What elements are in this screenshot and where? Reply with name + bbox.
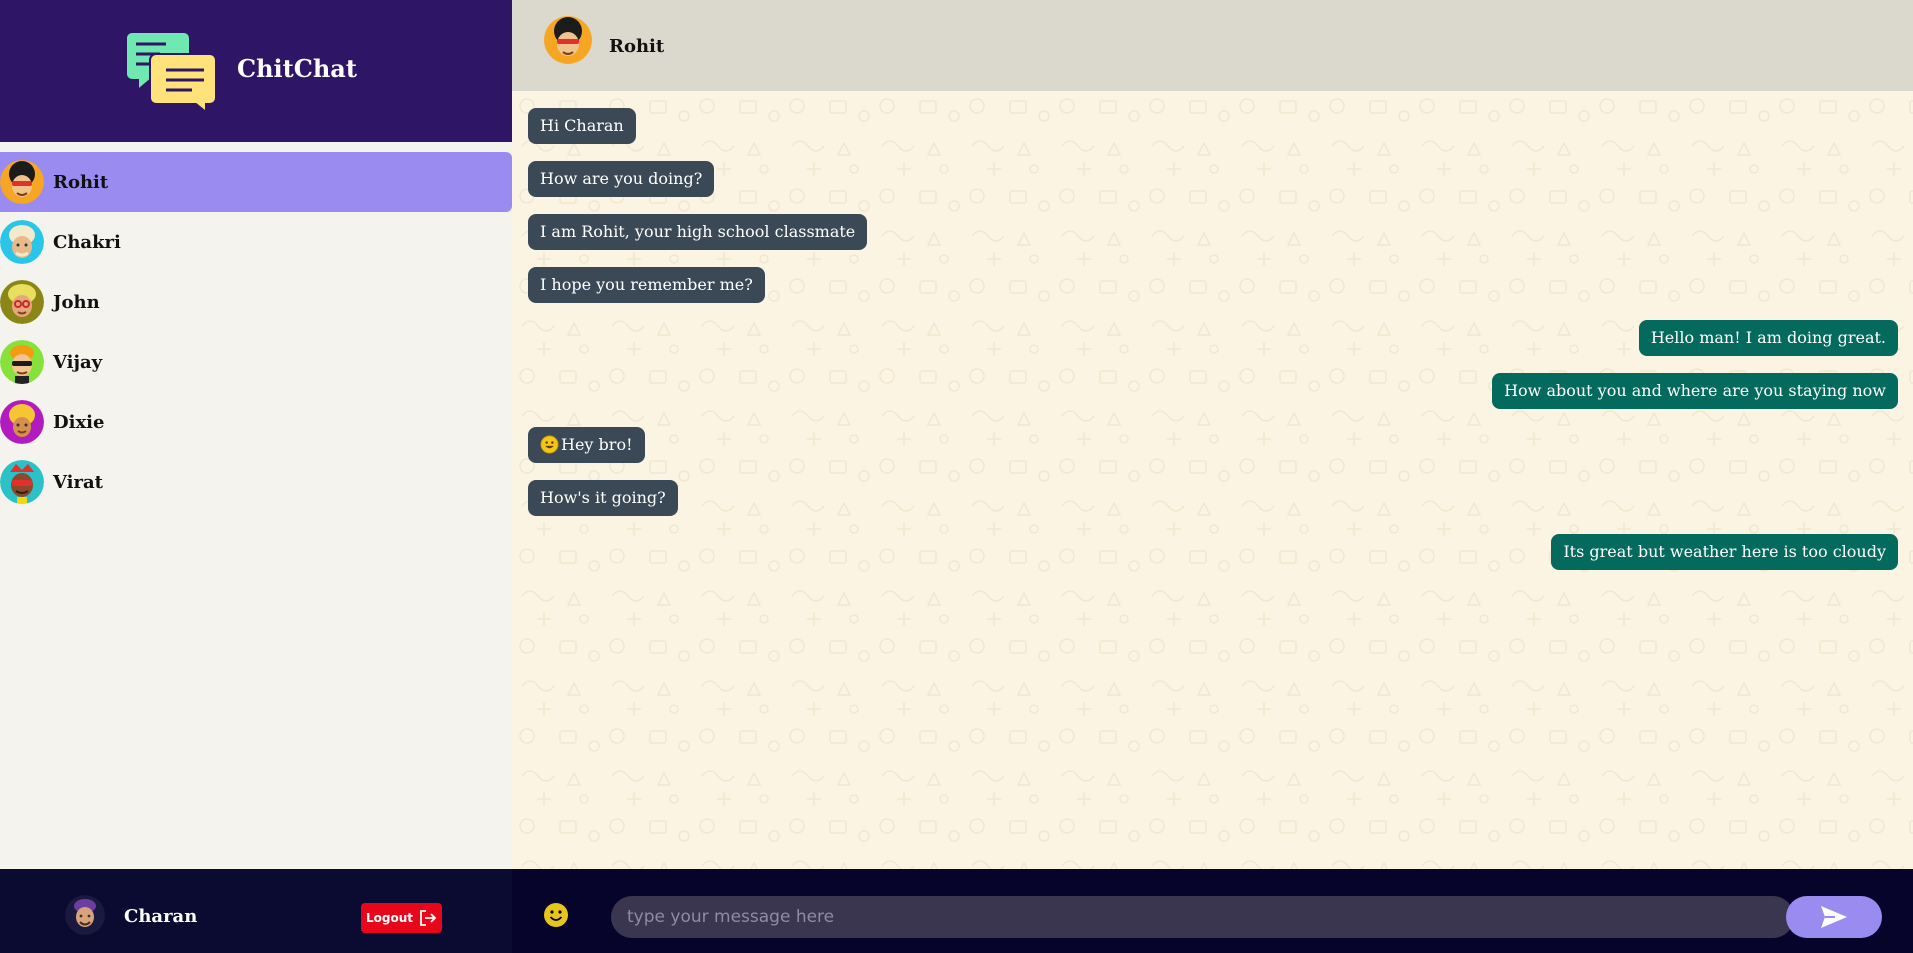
logout-button[interactable]: Logout <box>361 903 442 933</box>
doodle-background <box>512 91 1913 869</box>
message-list: Hi Charan How are you doing? I am Rohit,… <box>512 91 1913 869</box>
user-avatar[interactable] <box>65 895 105 935</box>
outgoing-message: Hello man! I am doing great. <box>1638 320 1898 356</box>
contact-name: Chakri <box>53 231 121 253</box>
logout-icon <box>420 910 437 926</box>
chat-panel: Rohit Hi Charan How are you doing? I am … <box>512 0 1913 953</box>
incoming-message: I am Rohit, your high school classmate <box>528 214 868 250</box>
contact-item-virat[interactable]: Virat <box>0 452 512 512</box>
avatar <box>0 220 44 264</box>
chat-bubbles-logo-icon <box>126 31 217 112</box>
incoming-message: Hi Charan <box>528 108 636 144</box>
sidebar: ChitChat Rohit Chakri John Vijay Dixie V… <box>0 0 512 953</box>
incoming-message: How's it going? <box>528 480 678 516</box>
avatar <box>0 460 44 504</box>
chat-header: Rohit <box>512 0 1913 91</box>
contact-name: Vijay <box>53 351 103 373</box>
avatar <box>0 340 44 384</box>
send-button[interactable] <box>1786 896 1882 938</box>
contact-list: Rohit Chakri John Vijay Dixie Virat <box>0 152 512 512</box>
contact-item-vijay[interactable]: Vijay <box>0 332 512 392</box>
contact-item-john[interactable]: John <box>0 272 512 332</box>
smiley-icon <box>544 903 568 927</box>
avatar <box>0 160 44 204</box>
current-user-name: Charan <box>124 906 198 927</box>
logout-label: Logout <box>365 911 413 925</box>
contact-name: John <box>53 291 100 313</box>
contact-item-rohit[interactable]: Rohit <box>0 152 512 212</box>
chat-contact-name: Rohit <box>609 36 665 57</box>
incoming-message: I hope you remember me? <box>528 267 765 303</box>
message-input[interactable] <box>611 896 1794 938</box>
contact-name: Virat <box>53 471 103 493</box>
send-icon <box>1821 906 1847 928</box>
app-title: ChitChat <box>237 54 357 83</box>
outgoing-message: Its great but weather here is too cloudy <box>1551 534 1898 570</box>
avatar <box>0 280 44 324</box>
smiley-emoji-icon <box>540 435 559 454</box>
contact-item-chakri[interactable]: Chakri <box>0 212 512 272</box>
chat-contact-avatar[interactable] <box>544 16 592 64</box>
outgoing-message: How about you and where are you staying … <box>1492 373 1898 409</box>
incoming-message: Hey bro! <box>528 427 645 463</box>
contact-name: Dixie <box>53 411 105 433</box>
contact-item-dixie[interactable]: Dixie <box>0 392 512 452</box>
emoji-button[interactable] <box>543 902 569 928</box>
incoming-message: How are you doing? <box>528 161 715 197</box>
brand-header: ChitChat <box>0 0 512 142</box>
contact-name: Rohit <box>53 171 109 193</box>
avatar <box>0 400 44 444</box>
